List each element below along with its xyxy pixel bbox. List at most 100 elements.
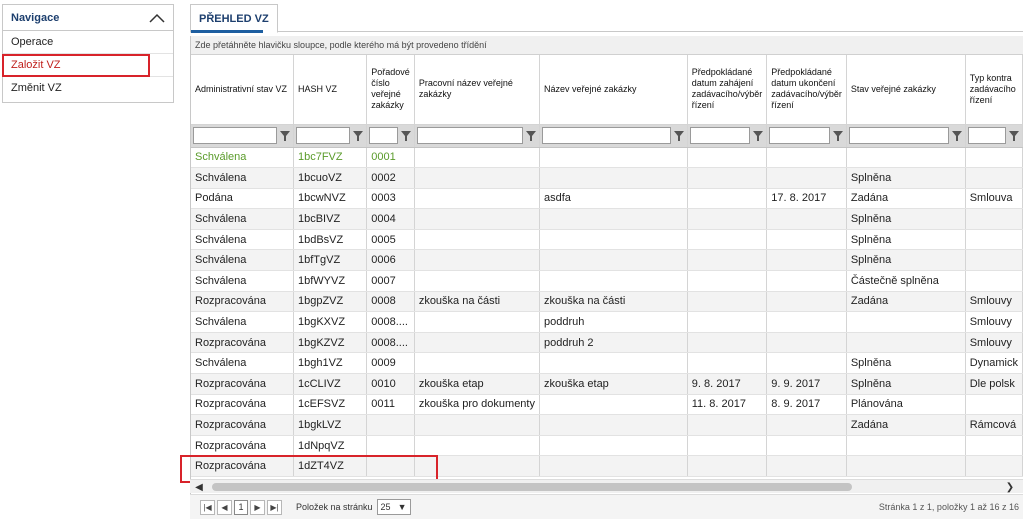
scrollbar-thumb[interactable] xyxy=(212,483,852,491)
nav-item-operace[interactable]: Operace xyxy=(3,31,173,54)
table-row[interactable]: Rozpracována 1cCLIVZ 0010 zkouška etap zkouš… xyxy=(191,373,1023,395)
table-cell: 1bgpZVZ xyxy=(293,291,368,313)
chevron-up-icon[interactable] xyxy=(149,12,165,24)
filter-icon[interactable] xyxy=(400,130,412,142)
table-row[interactable]: Schválena 1bgh1VZ 0009 Splněna Dynamick xyxy=(191,352,1023,375)
filter-input[interactable] xyxy=(295,127,351,144)
table-cell xyxy=(414,249,540,272)
scroll-right-icon[interactable]: ❯ xyxy=(1003,480,1017,494)
table-cell xyxy=(766,249,847,272)
table-row[interactable]: Rozpracována 1bgKZVZ 0008.... poddruh 2 Smlo… xyxy=(191,332,1023,354)
table-cell xyxy=(414,435,540,457)
filter-input[interactable] xyxy=(369,127,398,144)
navigation-header[interactable]: Navigace xyxy=(3,5,173,31)
column-header[interactable]: Předpokládané datum zahájení zadávacího/… xyxy=(687,55,768,125)
filter-icon[interactable] xyxy=(673,130,685,142)
column-header[interactable]: Název veřejné zakázky xyxy=(539,55,688,125)
table-cell xyxy=(414,311,540,333)
table-cell: Smlouvy xyxy=(965,311,1023,333)
filter-icon[interactable] xyxy=(951,130,963,142)
filter-icon[interactable] xyxy=(1008,130,1020,142)
table-cell: 1dNpqVZ xyxy=(293,435,368,457)
table-row[interactable]: Schválena 1bgKXVZ 0008.... poddruh Smlouvy xyxy=(191,311,1023,333)
page-size-select[interactable]: 25 ▼ xyxy=(376,499,411,515)
column-header[interactable]: Stav veřejné zakázky xyxy=(846,55,966,125)
table-cell xyxy=(414,352,540,375)
table-cell xyxy=(846,311,966,333)
filter-input[interactable] xyxy=(967,127,1006,144)
group-drop-hint[interactable]: Zde přetáhněte hlavičku sloupce, podle k… xyxy=(191,36,1023,55)
table-cell xyxy=(965,147,1023,169)
table-cell: 1bcBIVZ xyxy=(293,208,368,230)
table-cell xyxy=(965,249,1023,272)
filter-input[interactable] xyxy=(848,127,949,144)
table-cell xyxy=(766,352,847,375)
column-header[interactable]: Pracovní název veřejné zakázky xyxy=(414,55,540,125)
column-header[interactable]: Pořadové číslo veřejné zakázky xyxy=(366,55,415,125)
filter-icon[interactable] xyxy=(832,130,844,142)
filter-icon[interactable] xyxy=(752,130,764,142)
horizontal-scrollbar[interactable]: ◀ ❯ xyxy=(190,479,1023,493)
table-cell: 0007 xyxy=(366,270,415,292)
filter-input[interactable] xyxy=(416,127,523,144)
table-cell: Rozpracována xyxy=(191,394,294,416)
table-cell xyxy=(687,188,768,210)
current-page-input[interactable]: 1 xyxy=(234,499,248,515)
filter-input[interactable] xyxy=(193,127,277,144)
column-header[interactable]: HASH VZ xyxy=(293,55,368,125)
table-row[interactable]: Schválena 1bc7FVZ 0001 xyxy=(191,147,1023,169)
table-cell xyxy=(965,229,1023,251)
prev-page-icon[interactable]: ◀ xyxy=(217,499,232,515)
table-row[interactable]: Schválena 1bfTgVZ 0006 Splněna xyxy=(191,249,1023,272)
table-cell: 0002 xyxy=(366,167,415,189)
table-cell: Rozpracována xyxy=(191,373,294,395)
column-header[interactable]: Typ kontra zadávacího řízení xyxy=(965,55,1023,125)
table-cell: Zadána xyxy=(846,188,966,210)
filter-icon[interactable] xyxy=(279,130,291,142)
table-row[interactable]: Rozpracována 1bgkLVZ Zadána Rámcová xyxy=(191,414,1023,436)
table-row[interactable]: Rozpracována 1dNpqVZ xyxy=(191,435,1023,457)
table-cell: Smlouvy xyxy=(965,332,1023,354)
table-cell: 0005 xyxy=(366,229,415,251)
table-cell: Rozpracována xyxy=(191,332,294,354)
column-header[interactable]: Administrativní stav VZ xyxy=(191,55,294,125)
table-cell: 0009 xyxy=(366,352,415,375)
table-cell xyxy=(687,249,768,272)
table-row[interactable]: Podána 1bcwNVZ 0003 asdfa 17. 8. 2017 Zadána S… xyxy=(191,188,1023,210)
table-row[interactable]: Rozpracována 1cEFSVZ 0011 zkouška pro dokum… xyxy=(191,394,1023,416)
table-cell xyxy=(766,208,847,230)
column-header[interactable]: Předpokládané datum ukončení zadávacího/… xyxy=(766,55,847,125)
table-cell: 9. 9. 2017 xyxy=(766,373,847,395)
nav-item-zmenit-vz[interactable]: Změnit VZ xyxy=(3,77,173,100)
table-cell: 1bdBsVZ xyxy=(293,229,368,251)
filter-cell xyxy=(965,124,1023,148)
table-cell xyxy=(414,332,540,354)
filter-input[interactable] xyxy=(769,127,830,144)
table-row[interactable]: Schválena 1bcuoVZ 0002 Splněna xyxy=(191,167,1023,189)
last-page-icon[interactable]: ▶| xyxy=(267,499,282,515)
table-cell xyxy=(965,167,1023,189)
table-cell: Splněna xyxy=(846,167,966,189)
table-cell xyxy=(539,455,688,477)
table-row[interactable]: Schválena 1bdBsVZ 0005 Splněna xyxy=(191,229,1023,251)
table-cell xyxy=(539,229,688,251)
table-cell xyxy=(965,270,1023,292)
table-cell: 1cCLIVZ xyxy=(293,373,368,395)
table-row[interactable]: Rozpracována 1bgpZVZ 0008 zkouška na části z… xyxy=(191,291,1023,313)
table-cell: Schválena xyxy=(191,249,294,272)
scroll-left-icon[interactable]: ◀ xyxy=(192,480,206,494)
next-page-icon[interactable]: ▶ xyxy=(250,499,265,515)
table-cell: Schválena xyxy=(191,352,294,375)
filter-icon[interactable] xyxy=(352,130,364,142)
tab-prehled-vz[interactable]: PŘEHLED VZ xyxy=(190,4,278,33)
filter-input[interactable] xyxy=(689,127,751,144)
filter-input[interactable] xyxy=(541,127,671,144)
first-page-icon[interactable]: |◀ xyxy=(200,499,215,515)
table-row[interactable]: Schválena 1bfWYVZ 0007 Částečně splněna xyxy=(191,270,1023,292)
filter-icon[interactable] xyxy=(525,130,537,142)
table-cell: Podána xyxy=(191,188,294,210)
table-row[interactable]: Schválena 1bcBIVZ 0004 Splněna xyxy=(191,208,1023,230)
tab-bar: PŘEHLED VZ xyxy=(190,4,1023,33)
page-size-label: Položek na stránku xyxy=(296,502,373,512)
table-cell xyxy=(965,455,1023,477)
